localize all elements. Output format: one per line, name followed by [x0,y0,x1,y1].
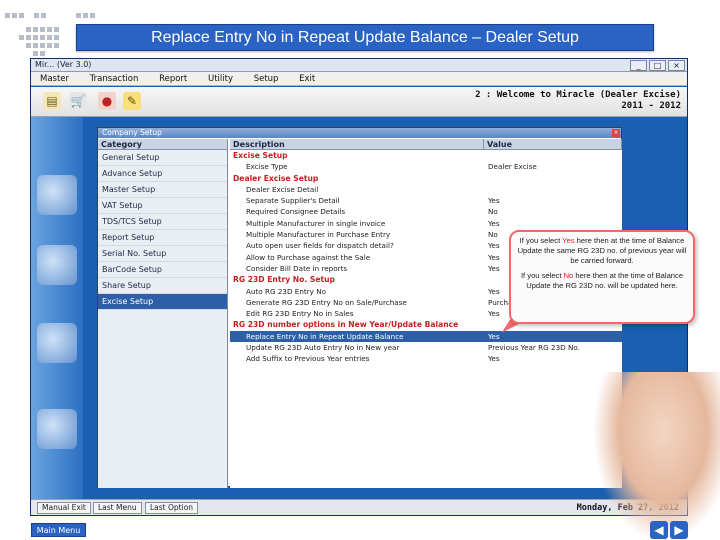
category-item[interactable]: Report Setup [98,230,227,246]
table-row[interactable]: Replace Entry No in Repeat Update Balanc… [230,330,622,343]
setting-description: Replace Entry No in Repeat Update Balanc… [246,331,404,341]
main-menu-button[interactable]: Main Menu [31,523,86,537]
callout-keyword-yes: Yes [562,236,575,245]
prev-arrow-icon[interactable]: ◀ [650,521,668,539]
setting-value[interactable]: Yes [484,353,622,364]
setting-description: RG 23D number options in New Year/Update… [233,320,459,330]
pen-image [37,409,77,449]
table-row[interactable]: Multiple Manufacturer in single invoice Y… [230,218,622,229]
money-bag-icon[interactable]: ● [98,92,116,110]
setting-description: Consider Bill Date in reports [246,263,348,273]
email-image [37,323,77,363]
setting-value[interactable] [484,184,622,195]
table-row[interactable]: Required Consignee Details No [230,206,622,217]
setting-value [484,150,622,161]
close-button[interactable]: × [668,60,685,71]
category-list: General Setup Advance Setup Master Setup VA… [98,150,227,310]
menu-utility[interactable]: Utility [208,72,233,86]
callout-text: If you select [519,236,563,245]
phone-image [37,245,77,285]
document-icon[interactable]: ▤ [43,92,61,110]
toolbar: ▤ 🛒 ● ✎ 2 : Welcome to Miracle (Dealer E… [31,87,687,117]
setting-description: Separate Supplier's Detail [246,196,340,206]
menu-exit[interactable]: Exit [299,72,315,86]
category-item[interactable]: Master Setup [98,182,227,198]
edit-icon[interactable]: ✎ [123,92,141,110]
table-row[interactable]: Add Suffix to Previous Year entries Yes [230,353,622,364]
setting-description: Allow to Purchase against the Sale [246,252,371,262]
callout-no-text: If you select No here then at the time o… [517,271,687,291]
setting-value[interactable]: Dealer Excise [484,161,622,172]
welcome-text: 2 : Welcome to Miracle (Dealer Excise) 2… [475,90,681,112]
slide: Replace Entry No in Repeat Update Balanc… [0,0,720,540]
notebook-image [37,175,77,215]
category-item[interactable]: Advance Setup [98,166,227,182]
window-title: Mir... (Ver 3.0) [31,59,687,72]
menu-master[interactable]: Master [40,72,69,86]
table-row[interactable]: Update RG 23D Auto Entry No in New year P… [230,342,622,353]
welcome-line-2: 2011 - 2012 [621,101,681,111]
dialog-title: Company Setup [98,128,621,138]
setting-description: Update RG 23D Auto Entry No in New year [246,343,400,353]
table-row[interactable]: Dealer Excise Detail [230,184,622,195]
left-decor-strip [31,117,83,499]
section-row: Excise Setup [230,150,622,161]
menu-transaction[interactable]: Transaction [90,72,139,86]
category-item[interactable]: Serial No. Setup [98,246,227,262]
category-panel: Category General Setup Advance Setup Maste… [98,139,228,488]
setting-description: Excise Setup [233,151,288,160]
table-row[interactable]: Separate Supplier's Detail Yes [230,195,622,206]
setting-description: Add Suffix to Previous Year entries [246,354,370,364]
section-row: Dealer Excise Setup [230,173,622,184]
setting-value[interactable]: Previous Year RG 23D No. [484,342,622,353]
dialog-close-icon[interactable]: × [612,129,620,137]
manual-exit-button[interactable]: Manual Exit [37,502,91,514]
setting-description: Multiple Manufacturer in Purchase Entry [246,230,391,240]
category-item[interactable]: Share Setup [98,278,227,294]
slide-title: Replace Entry No in Repeat Update Balanc… [76,24,654,51]
callout-yes-text: If you select Yes here then at the time … [517,236,687,266]
setting-value[interactable]: Yes [484,195,622,206]
setting-description: Generate RG 23D Entry No on Sale/Purchas… [246,297,407,307]
setting-description: Edit RG 23D Entry No in Sales [246,309,354,319]
category-header: Category [98,139,227,150]
setting-description: Required Consignee Details [246,207,346,217]
category-item[interactable]: VAT Setup [98,198,227,214]
setting-value [484,173,622,184]
callout-keyword-no: No [563,271,574,280]
explanation-callout: If you select Yes here then at the time … [509,230,695,324]
menu-report[interactable]: Report [159,72,187,86]
callout-text: If you select [520,271,564,280]
setting-value[interactable]: No [484,206,622,217]
welcome-line-1: 2 : Welcome to Miracle (Dealer Excise) [475,90,681,100]
value-header: Value [484,139,622,149]
category-item[interactable]: General Setup [98,150,227,166]
grid-header: Description Value [230,139,622,150]
setting-description: Dealer Excise Detail [246,184,319,194]
last-menu-button[interactable]: Last Menu [93,502,142,514]
category-item[interactable]: Excise Setup [98,294,227,310]
maximize-button[interactable]: □ [649,60,666,71]
setting-description: Auto RG 23D Entry No [246,286,326,296]
statusbar: Manual Exit Last Menu Last Option Monday… [31,499,687,515]
hand-image [594,372,720,540]
setting-value[interactable]: Yes [484,218,622,229]
setting-description: Excise Type [246,162,288,172]
minimize-button[interactable]: _ [630,60,647,71]
last-option-button[interactable]: Last Option [145,502,199,514]
setting-description: Auto open user fields for dispatch detai… [246,241,394,251]
category-item[interactable]: BarCode Setup [98,262,227,278]
cart-icon[interactable]: 🛒 [69,92,87,110]
setting-description: Dealer Excise Setup [233,173,319,183]
category-item[interactable]: TDS/TCS Setup [98,214,227,230]
setting-description: Multiple Manufacturer in single invoice [246,218,386,228]
menubar: Master Transaction Report Utility Setup … [31,72,687,86]
setting-description: RG 23D Entry No. Setup [233,275,335,285]
description-header: Description [230,139,484,149]
table-row[interactable]: Excise Type Dealer Excise [230,161,622,172]
menu-setup[interactable]: Setup [254,72,279,86]
next-arrow-icon[interactable]: ▶ [670,521,688,539]
